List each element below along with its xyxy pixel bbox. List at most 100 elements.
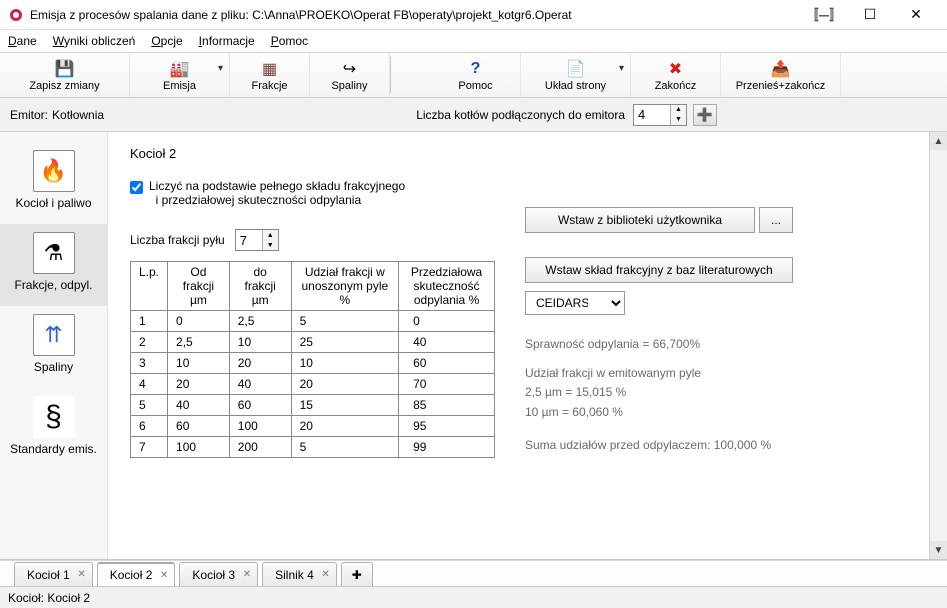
cell[interactable]: 10 bbox=[229, 332, 291, 353]
toolbar-emisja[interactable]: 🏭 Emisja ▾ bbox=[130, 53, 230, 97]
liczba-kotlow-label: Liczba kotłów podłączonych do emitora bbox=[416, 108, 625, 122]
tab-add[interactable]: ✚ bbox=[341, 562, 373, 586]
cell[interactable]: 25 bbox=[291, 332, 399, 353]
close-icon[interactable]: ✕ bbox=[160, 570, 168, 581]
fumes-icon: ⇈ bbox=[33, 314, 75, 356]
cell[interactable]: 1 bbox=[131, 311, 168, 332]
database-select[interactable]: CEIDARS bbox=[525, 291, 625, 315]
cell[interactable]: 15 bbox=[291, 395, 399, 416]
toolbar-przenies[interactable]: 📤 Przenieś+zakończ bbox=[721, 53, 841, 97]
table-row[interactable]: 420402070 bbox=[131, 374, 495, 395]
tab-kociol-3[interactable]: Kocioł 3✕ bbox=[179, 562, 258, 586]
cell[interactable]: 200 bbox=[229, 437, 291, 458]
cell[interactable]: 40 bbox=[399, 332, 495, 353]
toolbar-spaliny[interactable]: ↪ Spaliny bbox=[310, 53, 390, 97]
sidebar: 🔥 Kocioł i paliwo ⚗ Frakcje, odpyl. ⇈ Sp… bbox=[0, 132, 108, 559]
tab-kociol-2[interactable]: Kocioł 2 ✕ bbox=[97, 562, 176, 586]
cell[interactable]: 100 bbox=[229, 416, 291, 437]
menu-wyniki[interactable]: Wyniki obliczeń bbox=[53, 34, 136, 48]
cell[interactable]: 2,5 bbox=[168, 332, 230, 353]
spin-down-icon[interactable]: ▼ bbox=[671, 115, 686, 125]
cell[interactable]: 20 bbox=[291, 416, 399, 437]
toolbar-frakcje[interactable]: ▦ Frakcje bbox=[230, 53, 310, 97]
cell[interactable]: 5 bbox=[291, 311, 399, 332]
insert-from-literature-button[interactable]: Wstaw skład frakcyjny z baz literaturowy… bbox=[525, 257, 793, 283]
scrollbar-vertical[interactable]: ▲ ▼ bbox=[929, 132, 947, 559]
cell[interactable]: 20 bbox=[291, 374, 399, 395]
liczba-kotlow-spinner[interactable]: ▲▼ bbox=[633, 104, 687, 126]
cell[interactable]: 40 bbox=[168, 395, 230, 416]
toolbar-uklad[interactable]: 📄 Układ strony ▾ bbox=[521, 53, 631, 97]
close-icon[interactable]: ✕ bbox=[243, 569, 251, 580]
cell[interactable]: 10 bbox=[168, 353, 230, 374]
cell[interactable]: 60 bbox=[168, 416, 230, 437]
cell[interactable]: 60 bbox=[399, 353, 495, 374]
cell[interactable]: 70 bbox=[399, 374, 495, 395]
toolbar-zakoncz[interactable]: ✖ Zakończ bbox=[631, 53, 721, 97]
tab-kociol-1[interactable]: Kocioł 1✕ bbox=[14, 562, 93, 586]
cell[interactable]: 95 bbox=[399, 416, 495, 437]
table-row[interactable]: 7100200599 bbox=[131, 437, 495, 458]
fraction-count-input[interactable] bbox=[236, 230, 262, 250]
plus-icon: ✚ bbox=[352, 568, 362, 582]
spin-down-icon[interactable]: ▼ bbox=[263, 240, 278, 250]
add-boiler-button[interactable]: ➕ bbox=[693, 104, 717, 126]
cell[interactable]: 60 bbox=[229, 395, 291, 416]
cell[interactable]: 4 bbox=[131, 374, 168, 395]
sidebar-item-kociol[interactable]: 🔥 Kocioł i paliwo bbox=[0, 142, 107, 224]
spin-up-icon[interactable]: ▲ bbox=[671, 105, 686, 115]
insert-from-library-more-button[interactable]: ... bbox=[759, 207, 793, 233]
cell[interactable]: 100 bbox=[168, 437, 230, 458]
sidebar-item-spaliny[interactable]: ⇈ Spaliny bbox=[0, 306, 107, 388]
cell[interactable]: 0 bbox=[399, 311, 495, 332]
full-composition-checkbox[interactable] bbox=[130, 181, 143, 194]
close-button[interactable]: ✕ bbox=[893, 0, 939, 30]
fraction-count-spinner[interactable]: ▲▼ bbox=[235, 229, 279, 251]
sidebar-item-standardy[interactable]: § Standardy emis. bbox=[0, 388, 107, 470]
menu-opcje[interactable]: Opcje bbox=[151, 34, 182, 48]
table-row[interactable]: 310201060 bbox=[131, 353, 495, 374]
cell[interactable]: 20 bbox=[168, 374, 230, 395]
window-title: Emisja z procesów spalania dane z pliku:… bbox=[30, 8, 801, 22]
menu-informacje[interactable]: Informacje bbox=[199, 34, 255, 48]
tab-silnik-4[interactable]: Silnik 4✕ bbox=[262, 562, 337, 586]
minimize-button[interactable]: 〚─〛 bbox=[801, 0, 847, 30]
menu-dane[interactable]: Dane bbox=[8, 34, 37, 48]
cell[interactable]: 99 bbox=[399, 437, 495, 458]
full-composition-checkbox-label[interactable]: Liczyć na podstawie pełnego składu frakc… bbox=[130, 179, 495, 207]
toolbar-zapisz[interactable]: 💾 Zapisz zmiany bbox=[0, 53, 130, 97]
table-row[interactable]: 22,5102540 bbox=[131, 332, 495, 353]
cell[interactable]: 40 bbox=[229, 374, 291, 395]
toolbar-pomoc[interactable]: ? Pomoc bbox=[431, 53, 521, 97]
scroll-up-icon[interactable]: ▲ bbox=[930, 132, 947, 150]
cell[interactable]: 85 bbox=[399, 395, 495, 416]
sidebar-item-label: Kocioł i paliwo bbox=[15, 196, 91, 210]
sidebar-item-frakcje[interactable]: ⚗ Frakcje, odpyl. bbox=[0, 224, 107, 306]
page-layout-icon: 📄 bbox=[566, 59, 586, 79]
app-icon bbox=[8, 7, 24, 23]
table-row[interactable]: 102,550 bbox=[131, 311, 495, 332]
cell[interactable]: 5 bbox=[291, 437, 399, 458]
liczba-kotlow-input[interactable] bbox=[634, 105, 670, 125]
scroll-down-icon[interactable]: ▼ bbox=[930, 541, 947, 559]
cell[interactable]: 7 bbox=[131, 437, 168, 458]
tab-label: Kocioł 2 bbox=[110, 568, 153, 582]
close-icon[interactable]: ✕ bbox=[321, 569, 329, 580]
menu-pomoc[interactable]: Pomoc bbox=[271, 34, 308, 48]
spin-up-icon[interactable]: ▲ bbox=[263, 230, 278, 240]
close-icon[interactable]: ✕ bbox=[77, 569, 85, 580]
chevron-down-icon: ▾ bbox=[619, 63, 624, 74]
cell[interactable]: 3 bbox=[131, 353, 168, 374]
cell[interactable]: 10 bbox=[291, 353, 399, 374]
cell[interactable]: 6 bbox=[131, 416, 168, 437]
table-row[interactable]: 540601585 bbox=[131, 395, 495, 416]
table-row[interactable]: 6601002095 bbox=[131, 416, 495, 437]
cell[interactable]: 2 bbox=[131, 332, 168, 353]
menubar: Dane Wyniki obliczeń Opcje Informacje Po… bbox=[0, 30, 947, 52]
cell[interactable]: 0 bbox=[168, 311, 230, 332]
maximize-button[interactable]: ☐ bbox=[847, 0, 893, 30]
cell[interactable]: 5 bbox=[131, 395, 168, 416]
cell[interactable]: 20 bbox=[229, 353, 291, 374]
cell[interactable]: 2,5 bbox=[229, 311, 291, 332]
insert-from-library-button[interactable]: Wstaw z biblioteki użytkownika bbox=[525, 207, 755, 233]
